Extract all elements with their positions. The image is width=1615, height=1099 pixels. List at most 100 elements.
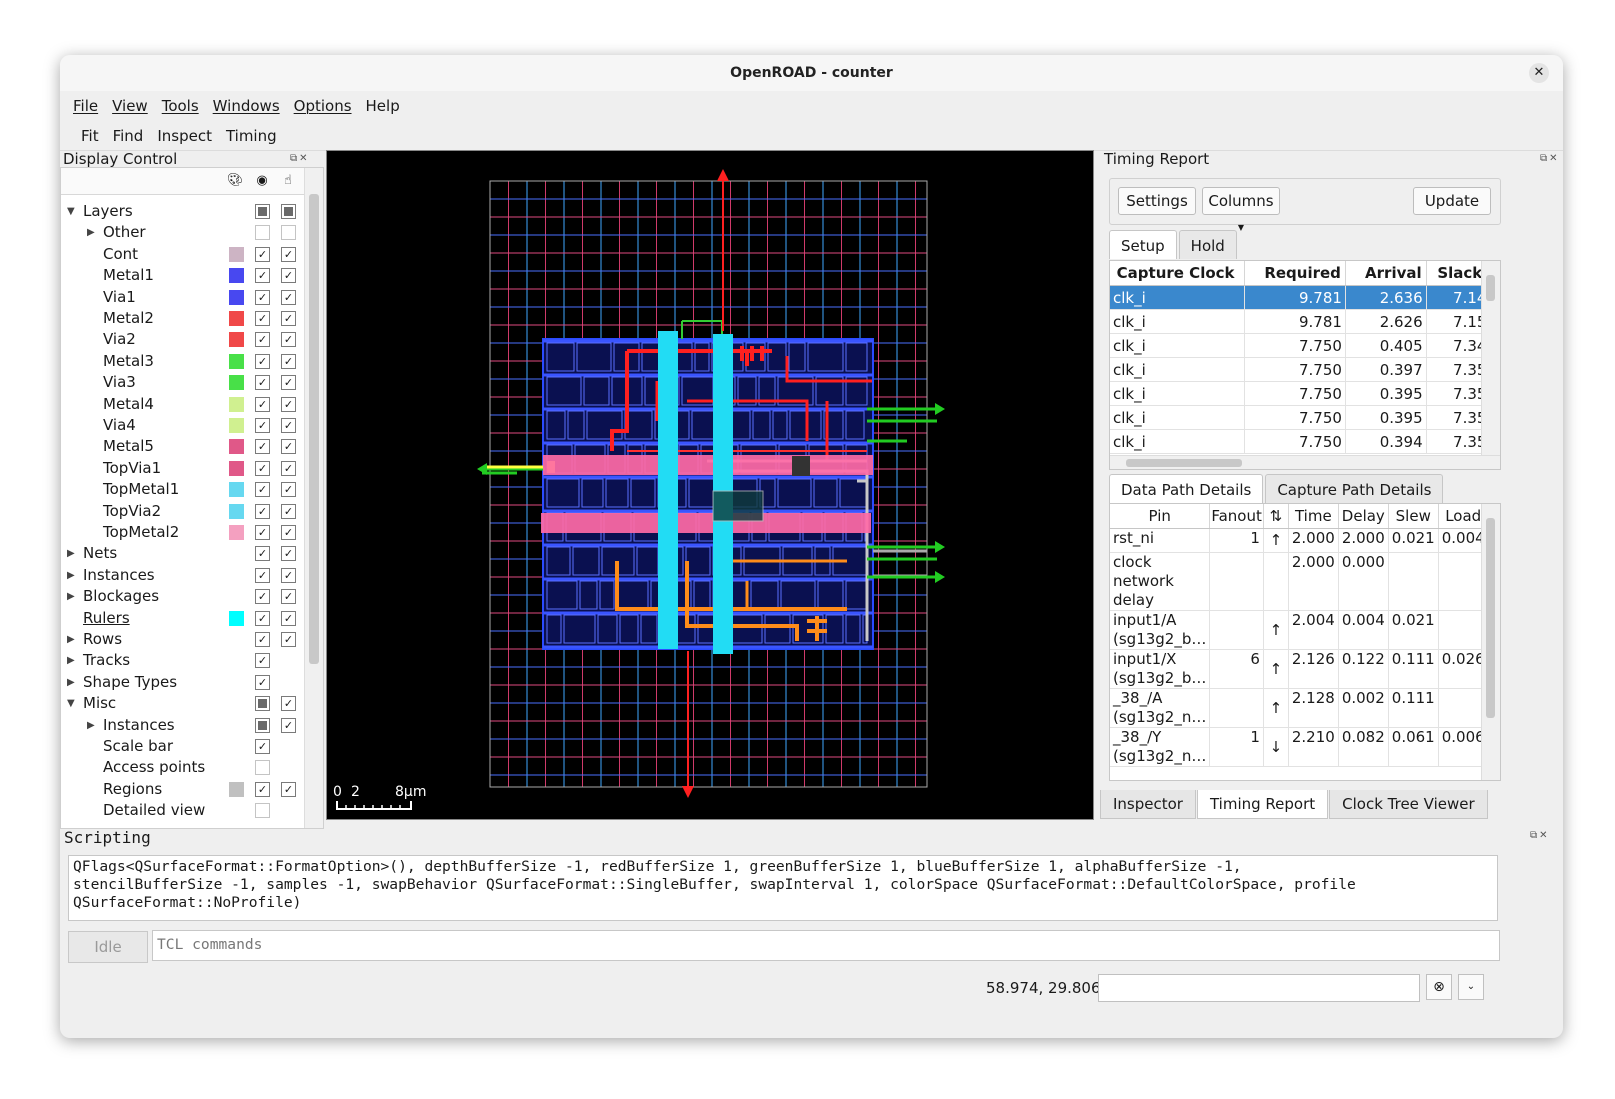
close-window-button[interactable]: ✕ <box>1529 63 1549 83</box>
detail-column-header[interactable]: Fanout <box>1209 504 1264 529</box>
layer-row[interactable]: Detailed view <box>61 800 323 821</box>
collapse-icon[interactable]: ▼ <box>67 693 75 714</box>
script-output[interactable]: QFlags<QSurfaceFormat::FormatOption>(), … <box>68 855 1498 921</box>
selectable-checkbox[interactable]: ✓ <box>281 525 296 540</box>
selectable-checkbox[interactable]: ✓ <box>281 246 296 262</box>
visible-checkbox[interactable]: ✓ <box>255 632 270 647</box>
layer-row[interactable]: TopMetal2 ✓ ✓ <box>61 522 323 543</box>
find-button[interactable]: Find <box>106 121 151 150</box>
timing-path-row[interactable]: clk_i 9.781 2.626 7.155 <box>1110 309 1500 334</box>
layer-row[interactable]: ▶ Shape Types ✓ <box>61 672 323 693</box>
expand-icon[interactable]: ▶ <box>67 565 75 586</box>
selectable-checkbox[interactable]: ✓ <box>281 632 296 647</box>
layer-row[interactable]: Via1 ✓ ✓ <box>61 287 323 308</box>
layer-color-swatch[interactable] <box>229 353 244 369</box>
layer-color-swatch[interactable] <box>229 525 244 540</box>
visible-checkbox[interactable]: ✓ <box>255 653 270 669</box>
visible-checkbox[interactable]: ✓ <box>255 589 270 605</box>
timing-path-row[interactable]: clk_i 7.750 0.394 7.356 <box>1110 429 1500 454</box>
layer-row[interactable]: ▶ Rows ✓ ✓ <box>61 629 323 650</box>
visible-checkbox[interactable]: ✓ <box>255 674 270 690</box>
timing-path-row[interactable]: clk_i 7.750 0.397 7.353 <box>1110 357 1500 382</box>
visible-checkbox[interactable]: ✓ <box>255 482 270 498</box>
tab-clock-tree-viewer[interactable]: Clock Tree Viewer <box>1329 790 1488 819</box>
selectable-checkbox[interactable]: ✓ <box>281 353 296 369</box>
expand-icon[interactable]: ▶ <box>67 629 75 650</box>
scripting-dock-buttons[interactable]: ⧉✕ <box>1530 830 1550 841</box>
visible-checkbox[interactable] <box>255 717 270 733</box>
detail-scroll-thumb[interactable] <box>1486 518 1495 718</box>
paths-column-header[interactable]: Arrival <box>1345 261 1427 286</box>
visible-checkbox[interactable]: ✓ <box>255 268 270 284</box>
layer-color-swatch[interactable] <box>229 503 244 519</box>
detail-scrollbar[interactable] <box>1481 504 1500 780</box>
selectable-checkbox[interactable]: ✓ <box>281 546 296 562</box>
visible-checkbox[interactable] <box>255 204 270 219</box>
layer-row[interactable]: Metal4 ✓ ✓ <box>61 394 323 415</box>
layer-color-swatch[interactable] <box>229 418 244 433</box>
visible-checkbox[interactable]: ✓ <box>255 525 270 540</box>
selectable-checkbox[interactable]: ✓ <box>281 717 296 733</box>
layer-color-swatch[interactable] <box>229 781 244 797</box>
expand-icon[interactable]: ▶ <box>67 586 75 607</box>
layer-row[interactable]: Scale bar ✓ <box>61 736 323 757</box>
selectable-checkbox[interactable]: ✓ <box>281 503 296 519</box>
selectable-checkbox[interactable] <box>281 225 296 241</box>
detail-row[interactable]: _38_/Y (sg13g2_n… 1 ↓ 2.210 0.082 0.061 0.006 <box>1110 727 1489 767</box>
detail-row[interactable]: input1/X (sg13g2_b… 6 ↑ 2.126 0.122 0.111 0.02… <box>1110 649 1489 689</box>
visible-checkbox[interactable]: ✓ <box>255 311 270 326</box>
tcl-command-input[interactable]: TCL commands <box>152 930 1500 961</box>
paths-scroll-thumb[interactable] <box>1486 275 1495 301</box>
layer-row[interactable]: ▶ Blockages ✓ ✓ <box>61 586 323 607</box>
layer-row[interactable]: ▶ Other <box>61 222 323 243</box>
menu-file[interactable]: File <box>66 93 105 119</box>
layer-row[interactable]: ▼ Layers <box>61 201 323 222</box>
layer-color-swatch[interactable] <box>229 289 244 305</box>
layer-row[interactable]: TopVia1 ✓ ✓ <box>61 458 323 479</box>
selectable-checkbox[interactable]: ✓ <box>281 696 296 712</box>
display-control-scroll-thumb[interactable] <box>309 194 319 664</box>
selectable-checkbox[interactable]: ✓ <box>281 439 296 455</box>
paths-column-header[interactable]: Capture Clock <box>1110 261 1246 286</box>
layer-color-swatch[interactable] <box>229 439 244 455</box>
layer-row[interactable]: ▶ Nets ✓ ✓ <box>61 543 323 564</box>
tab-inspector[interactable]: Inspector <box>1100 790 1196 819</box>
selectable-checkbox[interactable]: ✓ <box>281 311 296 326</box>
layer-row[interactable]: Regions ✓ ✓ <box>61 779 323 800</box>
menu-help[interactable]: Help <box>359 93 407 119</box>
expand-icon[interactable]: ▶ <box>87 715 95 736</box>
visible-checkbox[interactable] <box>255 696 270 712</box>
collapse-icon[interactable]: ▼ <box>67 201 75 222</box>
layer-row[interactable]: Rulers ✓ ✓ <box>61 608 323 629</box>
selectable-checkbox[interactable]: ✓ <box>281 589 296 605</box>
paths-scrollbar[interactable] <box>1481 261 1500 455</box>
layer-row[interactable]: Via3 ✓ ✓ <box>61 372 323 393</box>
update-button[interactable]: Update <box>1413 187 1491 215</box>
timing-path-row[interactable]: clk_i 7.750 0.395 7.355 <box>1110 405 1500 430</box>
timing-report-dock-buttons[interactable]: ⧉✕ <box>1540 153 1560 164</box>
layer-color-swatch[interactable] <box>229 396 244 412</box>
selectable-checkbox[interactable]: ✓ <box>281 375 296 391</box>
selectable-checkbox[interactable]: ✓ <box>281 610 296 626</box>
display-control-scrollbar[interactable] <box>304 168 323 828</box>
detail-row[interactable]: input1/A (sg13g2_b… ↑ 2.004 0.004 0.021 <box>1110 610 1489 650</box>
tab-setup[interactable]: Setup <box>1109 230 1177 259</box>
selectable-checkbox[interactable] <box>281 204 296 219</box>
visible-checkbox[interactable]: ✓ <box>255 739 270 754</box>
selectable-checkbox[interactable]: ✓ <box>281 289 296 305</box>
expand-icon[interactable]: ▶ <box>67 672 75 693</box>
selectable-checkbox[interactable]: ✓ <box>281 482 296 498</box>
status-search-input[interactable] <box>1098 974 1420 1002</box>
layer-color-swatch[interactable] <box>229 482 244 498</box>
detail-column-header[interactable]: Slew <box>1388 504 1439 529</box>
settings-button[interactable]: Settings <box>1118 187 1196 215</box>
visible-checkbox[interactable]: ✓ <box>255 460 270 476</box>
visible-checkbox[interactable]: ✓ <box>255 289 270 305</box>
paths-hscrollbar[interactable] <box>1110 455 1500 469</box>
layer-row[interactable]: Metal5 ✓ ✓ <box>61 436 323 457</box>
visible-checkbox[interactable]: ✓ <box>255 567 270 583</box>
tab-capture-path-details[interactable]: Capture Path Details <box>1265 474 1444 503</box>
menu-view[interactable]: View <box>105 93 155 119</box>
selectable-checkbox[interactable]: ✓ <box>281 460 296 476</box>
layer-color-swatch[interactable] <box>229 246 244 262</box>
